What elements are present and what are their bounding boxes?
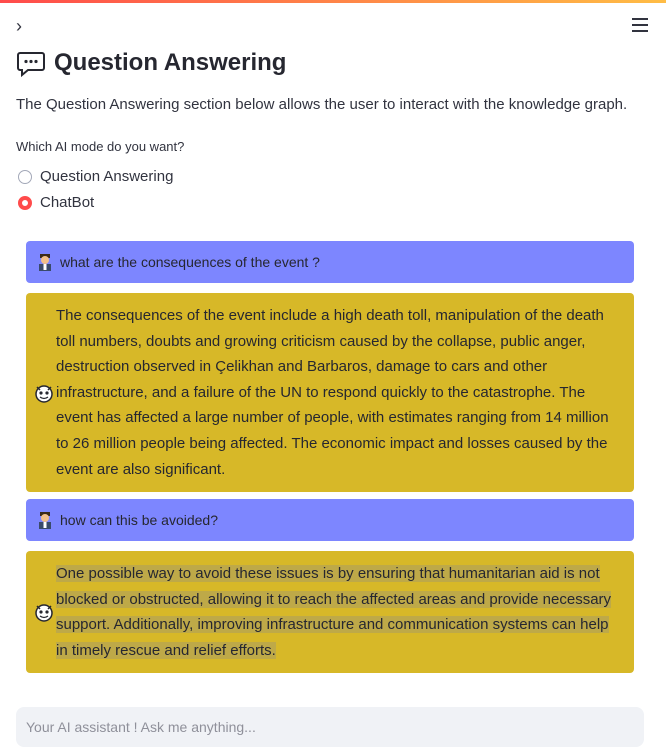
chat-input[interactable] [16, 707, 644, 747]
message-text: One possible way to avoid these issues i… [56, 565, 612, 659]
top-decoration-bar [0, 0, 666, 3]
chat-message-user: how can this be avoided? [26, 499, 634, 541]
chevron-right-icon[interactable]: › [16, 16, 36, 36]
mode-radio-label: Which AI mode do you want? [16, 139, 185, 154]
chat-message-user: what are the consequences of the event ? [26, 241, 634, 283]
message-text: what are the consequences of the event ? [60, 254, 320, 270]
page-header: Question Answering [16, 46, 286, 80]
intro-text: The Question Answering section below all… [16, 96, 628, 113]
radio-option-chatbot[interactable]: ChatBot [18, 194, 94, 211]
radio-option-label: Question Answering [40, 168, 174, 185]
message-text: how can this be avoided? [60, 512, 218, 528]
speech-bubble-icon [17, 52, 45, 78]
page-title: Question Answering [54, 49, 287, 76]
chat-message-bot: The consequences of the event include a … [26, 293, 634, 493]
radio-option-question-answering[interactable]: Question Answering [18, 168, 173, 185]
robot-avatar-icon [35, 604, 53, 622]
robot-avatar-icon [35, 384, 53, 403]
radio-button-selected[interactable] [18, 195, 32, 210]
person-avatar-icon [39, 512, 51, 529]
radio-button[interactable] [18, 169, 32, 184]
person-avatar-icon [39, 254, 51, 271]
radio-option-label: ChatBot [40, 194, 95, 211]
chat-message-bot: One possible way to avoid these issues i… [26, 551, 634, 674]
message-text: The consequences of the event include a … [56, 307, 609, 478]
hamburger-menu-icon[interactable] [628, 14, 652, 38]
